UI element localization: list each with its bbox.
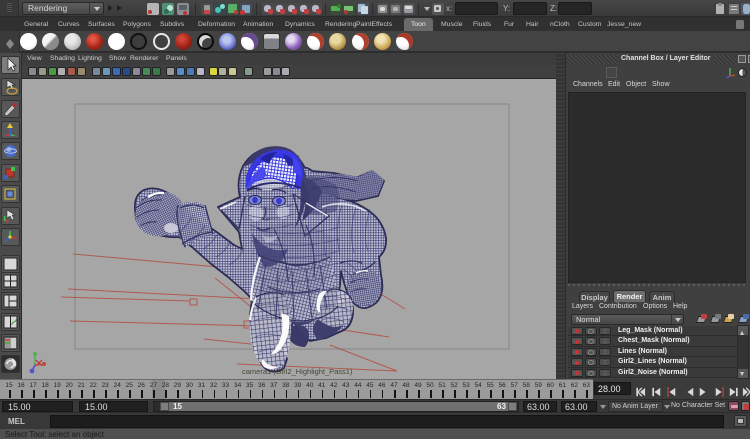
svg-text:camera1 (Girl2_Highlight_Pass1: camera1 (Girl2_Highlight_Pass1) <box>242 367 353 376</box>
